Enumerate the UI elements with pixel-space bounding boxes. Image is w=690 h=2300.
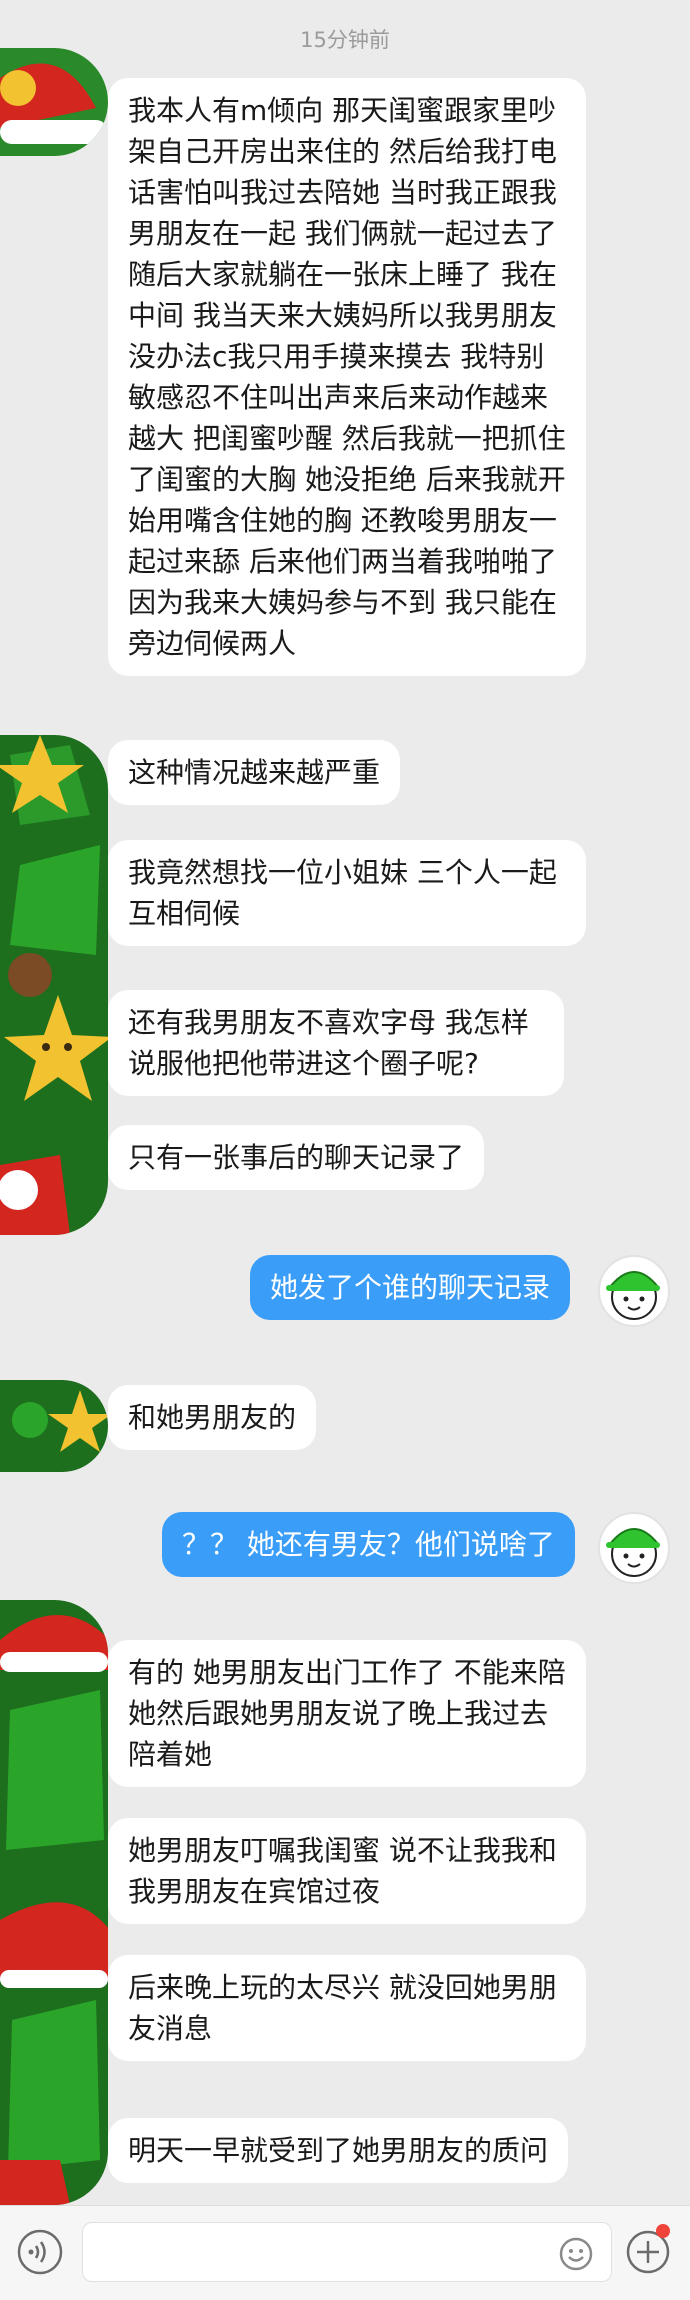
timestamp: 15分钟前 bbox=[300, 28, 390, 52]
santa-hat-avatar-icon bbox=[0, 48, 108, 156]
christmas-tree-avatar-icon bbox=[0, 1600, 108, 2205]
contact-avatar[interactable] bbox=[0, 735, 108, 1235]
emoji-button[interactable] bbox=[558, 2236, 594, 2272]
message-bubble[interactable]: 后来晚上玩的太尽兴 就没回她男朋友消息 bbox=[108, 1955, 586, 2061]
green-cap-avatar-icon bbox=[606, 1528, 661, 1577]
contact-avatar[interactable] bbox=[0, 48, 108, 156]
message-input[interactable] bbox=[82, 2222, 612, 2282]
message-bubble[interactable]: 我本人有m倾向 那天闺蜜跟家里吵架自己开房出来住的 然后给我打电话害怕叫我过去陪… bbox=[108, 78, 586, 676]
my-avatar[interactable] bbox=[598, 1255, 670, 1327]
message-bubble[interactable]: 我竟然想找一位小姐妹 三个人一起互相伺候 bbox=[108, 840, 586, 946]
green-cap-avatar-icon bbox=[606, 1271, 661, 1320]
message-bubble[interactable]: 只有一张事后的聊天记录了 bbox=[108, 1125, 485, 1190]
message-bubble[interactable]: 她男朋友叮嘱我闺蜜 说不让我我和我男朋友在宾馆过夜 bbox=[108, 1818, 586, 1924]
christmas-tree-avatar-icon bbox=[0, 735, 108, 1235]
emoji-icon bbox=[559, 2237, 593, 2271]
voice-button[interactable] bbox=[16, 2228, 64, 2276]
message-bubble[interactable]: 和她男朋友的 bbox=[108, 1385, 317, 1450]
message-bubble[interactable]: 有的 她男朋友出门工作了 不能来陪她然后跟她男朋友说了晚上我过去陪着她 bbox=[108, 1640, 586, 1787]
contact-avatar[interactable] bbox=[0, 1600, 108, 2205]
notification-dot bbox=[656, 2224, 670, 2238]
voice-icon bbox=[17, 2229, 63, 2275]
message-bubble[interactable]: 还有我男朋友不喜欢字母 我怎样说服他把他带进这个圈子呢? bbox=[108, 990, 564, 1096]
message-input-bar bbox=[0, 2205, 690, 2300]
contact-avatar[interactable] bbox=[0, 1380, 108, 1472]
message-bubble-sent[interactable]: 她发了个谁的聊天记录 bbox=[250, 1255, 571, 1320]
christmas-avatar-icon bbox=[0, 1380, 108, 1472]
message-bubble[interactable]: 明天一早就受到了她男朋友的质问 bbox=[108, 2118, 569, 2183]
message-bubble[interactable]: 这种情况越来越严重 bbox=[108, 740, 401, 805]
my-avatar[interactable] bbox=[598, 1512, 670, 1584]
message-bubble-sent[interactable]: ？？ 她还有男友？他们说啥了 bbox=[162, 1512, 575, 1577]
